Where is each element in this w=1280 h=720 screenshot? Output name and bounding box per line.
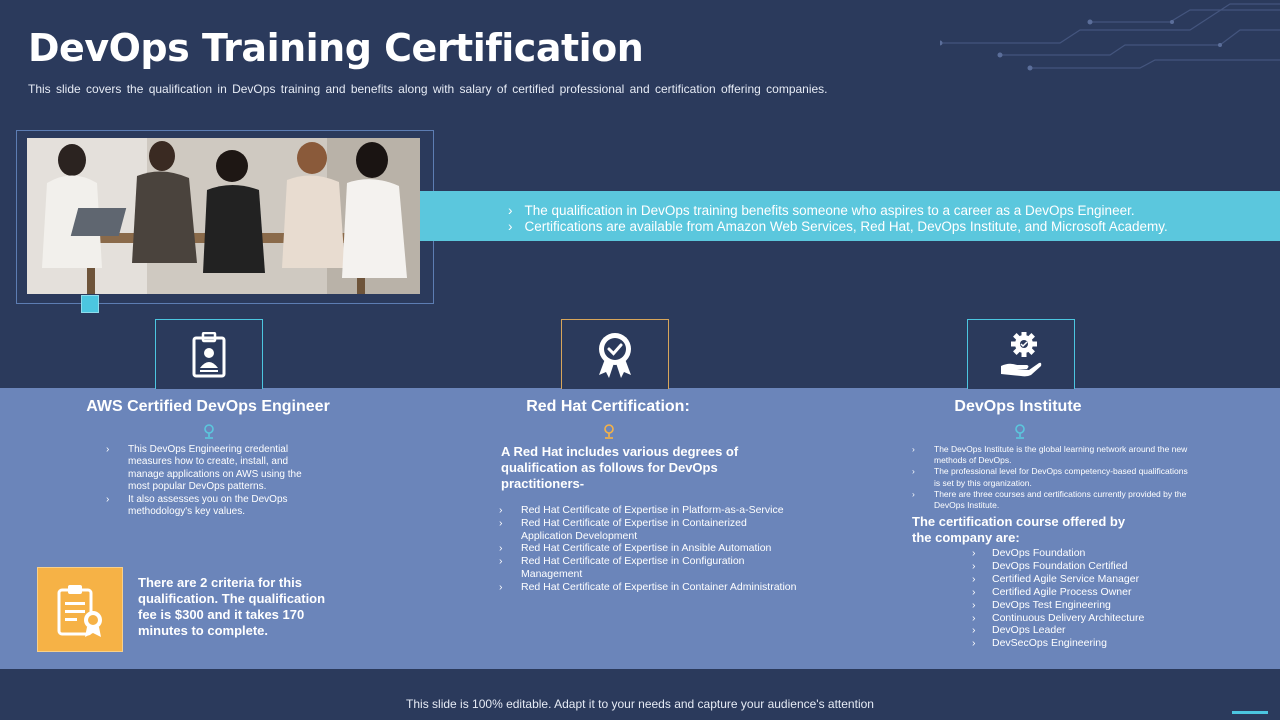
list-item: Red Hat Certificate of Expertise in Plat… xyxy=(499,504,799,517)
list-item: DevOps Foundation xyxy=(972,547,1232,560)
devops-institute-title: DevOps Institute xyxy=(954,398,1082,415)
qualification-banner: The qualification in DevOps training ben… xyxy=(420,191,1280,241)
aws-title: AWS Certified DevOps Engineer xyxy=(86,398,330,415)
devops-institute-pin-icon xyxy=(1015,424,1025,439)
list-item: This DevOps Engineering credential measu… xyxy=(106,444,306,494)
list-item: Red Hat Certificate of Expertise in Cont… xyxy=(499,581,799,594)
banner-point: The qualification in DevOps training ben… xyxy=(508,203,1168,219)
list-item: The DevOps Institute is the global learn… xyxy=(912,444,1192,466)
devops-institute-courses: DevOps Foundation DevOps Foundation Cert… xyxy=(972,547,1232,650)
award-ribbon-icon xyxy=(599,332,631,378)
list-item: Certified Agile Process Owner xyxy=(972,586,1232,599)
list-item: Continuous Delivery Architecture xyxy=(972,612,1232,625)
redhat-title: Red Hat Certification: xyxy=(526,398,690,415)
aws-pin-icon xyxy=(204,424,214,439)
team-photo xyxy=(27,138,420,294)
redhat-intro: A Red Hat includes various degrees of qu… xyxy=(501,444,739,491)
footer-note: This slide is 100% editable. Adapt it to… xyxy=(406,697,874,711)
banner-point: Certifications are available from Amazon… xyxy=(508,219,1168,235)
aws-icon-box xyxy=(155,319,263,389)
page-title: DevOps Training Certification xyxy=(28,26,644,70)
devops-institute-subheading: The certification course offered by the … xyxy=(912,514,1126,545)
list-item: DevOps Foundation Certified xyxy=(972,560,1232,573)
list-item: DevOps Test Engineering xyxy=(972,599,1232,612)
criteria-box xyxy=(37,567,123,652)
list-item: Certified Agile Service Manager xyxy=(972,573,1232,586)
redhat-icon-box xyxy=(561,319,669,389)
photo-tab-marker xyxy=(81,295,99,313)
redhat-pin-icon xyxy=(604,424,614,439)
certificate-icon xyxy=(57,584,102,637)
footer-accent-line xyxy=(1232,711,1268,714)
page-subtitle: This slide covers the qualification in D… xyxy=(28,82,828,96)
list-item: Red Hat Certificate of Expertise in Cont… xyxy=(499,517,799,543)
list-item: Red Hat Certificate of Expertise in Conf… xyxy=(499,555,799,581)
list-item: The professional level for DevOps compet… xyxy=(912,466,1192,488)
aws-points: This DevOps Engineering credential measu… xyxy=(106,444,306,518)
hand-gear-icon xyxy=(1001,331,1042,376)
id-badge-icon xyxy=(192,331,226,377)
list-item: Red Hat Certificate of Expertise in Ansi… xyxy=(499,542,799,555)
devops-institute-icon-box xyxy=(967,319,1075,389)
list-item: DevOps Leader xyxy=(972,624,1232,637)
criteria-text: There are 2 criteria for this qualificat… xyxy=(138,575,326,638)
circuit-decoration xyxy=(940,3,1280,71)
devops-institute-points: The DevOps Institute is the global learn… xyxy=(912,444,1192,511)
list-item: DevSecOps Engineering xyxy=(972,637,1232,650)
list-item: It also assesses you on the DevOps metho… xyxy=(106,494,306,519)
list-item: There are three courses and certificatio… xyxy=(912,489,1192,511)
redhat-points: Red Hat Certificate of Expertise in Plat… xyxy=(499,504,799,594)
